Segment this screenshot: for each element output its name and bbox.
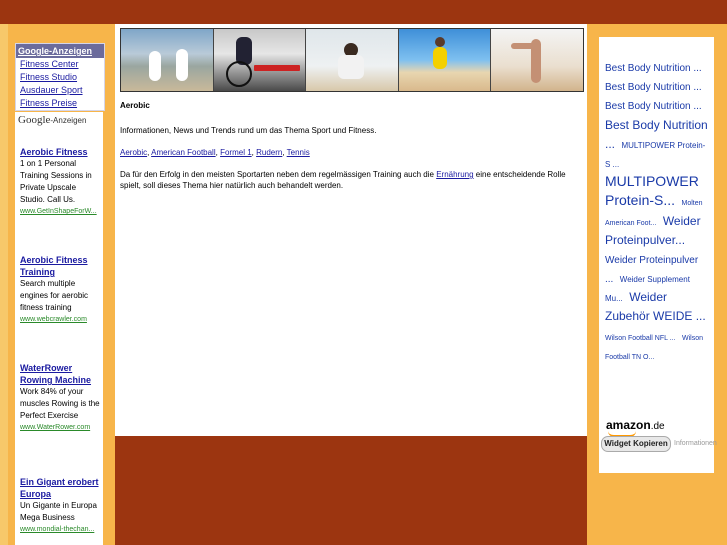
ad-menu-item[interactable]: Fitness Preise bbox=[16, 97, 104, 110]
amazon-widget: Best Body Nutrition ... Best Body Nutrit… bbox=[599, 37, 714, 473]
dance-photo bbox=[491, 29, 583, 91]
ad-item: Ein Gigant erobert Europa Un Gigante in … bbox=[20, 476, 103, 536]
ad-menu-item[interactable]: Ausdauer Sport bbox=[16, 84, 104, 97]
ad-item: WaterRower Rowing Machine Work 84% of yo… bbox=[20, 362, 103, 434]
nutrition-paragraph: Da für den Erfolg in den meisten Sportar… bbox=[120, 169, 582, 191]
main-text: Aerobic Informationen, News und Trends r… bbox=[120, 100, 582, 191]
footer-bar bbox=[115, 436, 587, 545]
cycling-photo bbox=[213, 29, 307, 91]
google-ads-panel: Google-Anzeigen Aerobic Fitness 1 on 1 P… bbox=[15, 112, 103, 545]
ad-menu-item[interactable]: Fitness Studio bbox=[16, 71, 104, 84]
topic-link-american-football[interactable]: American Football bbox=[151, 148, 215, 157]
topic-link-rudern[interactable]: Rudern bbox=[256, 148, 282, 157]
google-label-suffix: -Anzeigen bbox=[50, 116, 87, 125]
product-link[interactable]: MULTIPOWER Protein-S ... bbox=[605, 141, 705, 169]
header-bar bbox=[0, 0, 727, 24]
ad-url[interactable]: www.GetInShapeForW... bbox=[20, 206, 103, 218]
product-link[interactable]: Best Body Nutrition ... bbox=[605, 63, 702, 74]
amazon-tld: .de bbox=[650, 421, 665, 432]
intro-text: Informationen, News und Trends rund um d… bbox=[120, 126, 377, 135]
info-link[interactable]: Informationen bbox=[674, 440, 717, 447]
amazon-logo: amazon.de bbox=[606, 418, 665, 437]
product-tag-cloud: Best Body Nutrition ... Best Body Nutrit… bbox=[605, 57, 709, 364]
product-link[interactable]: Best Body Nutrition ... bbox=[605, 101, 702, 112]
ad-title[interactable]: Ein Gigant erobert Europa bbox=[20, 476, 103, 500]
ad-menu-heading[interactable]: Google-Anzeigen bbox=[16, 44, 104, 58]
ad-body: 1 on 1 Personal Training Sessions in Pri… bbox=[20, 159, 92, 204]
topic-link-aerobic[interactable]: Aerobic bbox=[120, 148, 147, 157]
page-title: Aerobic bbox=[120, 101, 150, 110]
running-photo bbox=[398, 29, 492, 91]
google-logo: Google bbox=[18, 114, 51, 126]
product-link[interactable]: Wilson Football NFL ... bbox=[605, 335, 676, 342]
ad-body: Search multiple engines for aerobic fitn… bbox=[20, 279, 89, 312]
topic-link-formel-1[interactable]: Formel 1 bbox=[220, 148, 252, 157]
ad-url[interactable]: www.webcrawler.com bbox=[20, 314, 103, 326]
widget-copy-button[interactable]: Widget Kopieren bbox=[601, 436, 671, 452]
google-ad-menu: Google-Anzeigen Fitness Center Fitness S… bbox=[15, 43, 105, 111]
product-link[interactable]: Best Body Nutrition ... bbox=[605, 82, 702, 93]
topic-links: Aerobic, American Football, Formel 1, Ru… bbox=[120, 148, 310, 157]
ad-url[interactable]: www.mondial-thechan... bbox=[20, 524, 103, 536]
product-link[interactable]: Weider Proteinpulver... bbox=[605, 214, 701, 247]
amazon-brand: amazon bbox=[606, 418, 651, 432]
para-text: Da für den Erfolg in den meisten Sportar… bbox=[120, 170, 437, 179]
ad-body: Un Gigante in Europa Mega Business bbox=[20, 501, 97, 522]
topic-link-tennis[interactable]: Tennis bbox=[287, 148, 310, 157]
google-label: Google-Anzeigen bbox=[15, 112, 103, 128]
ad-body: Work 84% of your muscles Rowing is the P… bbox=[20, 387, 100, 420]
yoga-photo bbox=[306, 29, 399, 91]
ad-title[interactable]: Aerobic Fitness bbox=[20, 146, 103, 158]
ad-item: Aerobic Fitness 1 on 1 Personal Training… bbox=[20, 146, 103, 218]
karate-photo bbox=[121, 29, 214, 91]
ad-item: Aerobic Fitness Training Search multiple… bbox=[20, 254, 103, 326]
ad-menu-item[interactable]: Fitness Center bbox=[16, 58, 104, 71]
left-strip bbox=[0, 24, 8, 545]
nutrition-link[interactable]: Ernährung bbox=[436, 170, 473, 179]
ad-title[interactable]: WaterRower Rowing Machine bbox=[20, 362, 103, 386]
ad-title[interactable]: Aerobic Fitness Training bbox=[20, 254, 103, 278]
sport-photo-banner bbox=[120, 28, 584, 92]
ad-url[interactable]: www.WaterRower.com bbox=[20, 422, 103, 434]
